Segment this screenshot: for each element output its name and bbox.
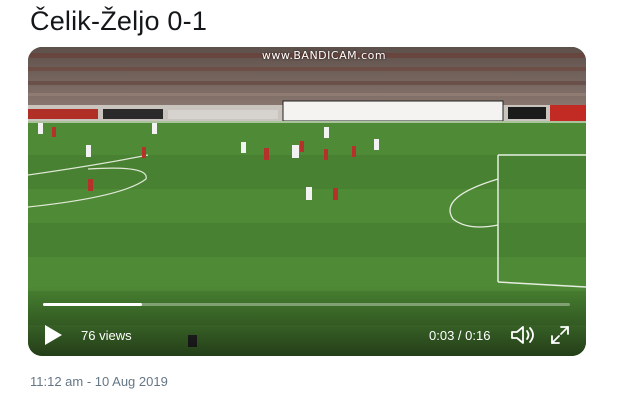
fullscreen-button[interactable] [549, 324, 571, 346]
tweet-card: Čelik-Željo 0-1 www.BANDICAM.com 76 view… [0, 0, 620, 396]
volume-button[interactable] [510, 324, 538, 346]
progress-fill [43, 303, 142, 306]
tweet-text: Čelik-Željo 0-1 [30, 6, 208, 36]
progress-bar[interactable] [43, 303, 570, 306]
bandicam-watermark: www.BANDICAM.com [261, 49, 387, 62]
time-display: 0:03 / 0:16 [429, 328, 491, 343]
tweet-timestamp[interactable]: 11:12 am - 10 Aug 2019 [30, 374, 168, 389]
play-icon [45, 325, 62, 345]
video-player[interactable]: www.BANDICAM.com 76 views 0:03 / 0:16 [28, 47, 586, 356]
view-count: 76 views [81, 328, 132, 343]
volume-icon [511, 326, 534, 344]
controls-shade [28, 286, 586, 356]
fullscreen-icon [551, 326, 569, 344]
play-button[interactable] [42, 323, 64, 347]
